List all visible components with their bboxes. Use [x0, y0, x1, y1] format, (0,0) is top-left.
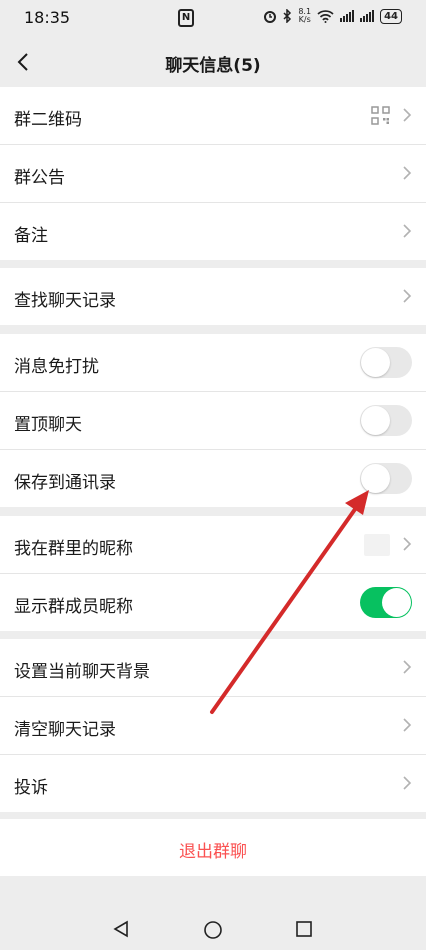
row-label: 群公告 [14, 168, 65, 188]
page-title: 聊天信息(5) [165, 56, 261, 76]
row-my-nickname[interactable]: 我在群里的昵称 [0, 516, 426, 574]
row-label: 备注 [14, 226, 48, 246]
row-label: 投诉 [14, 778, 48, 798]
row-pin-chat: 置顶聊天 [0, 392, 426, 450]
group-info: 群二维码 群公告 备注 [0, 87, 426, 260]
chevron-right-icon [403, 537, 412, 551]
row-clear-history[interactable]: 清空聊天记录 [0, 697, 426, 755]
exit-group-label: 退出群聊 [179, 842, 247, 862]
qrcode-icon [371, 106, 390, 125]
row-group-qrcode[interactable]: 群二维码 [0, 87, 426, 145]
show-nickname-toggle[interactable] [360, 587, 412, 618]
battery-icon: 44 [380, 8, 402, 24]
network-speed: 8.1 K/s [298, 7, 312, 24]
chevron-right-icon [403, 718, 412, 732]
row-search-history[interactable]: 查找聊天记录 [0, 268, 426, 325]
row-show-member-nickname: 显示群成员昵称 [0, 574, 426, 631]
row-label: 群二维码 [14, 110, 82, 130]
group-search: 查找聊天记录 [0, 268, 426, 325]
toggle-knob [361, 464, 390, 493]
toggle-knob [361, 348, 390, 377]
nickname-value-blurred [364, 534, 390, 556]
row-label: 置顶聊天 [14, 415, 82, 435]
system-nav-bar [0, 904, 426, 950]
nav-bar: 聊天信息(5) [0, 38, 426, 86]
exit-group-button[interactable]: 退出群聊 [0, 819, 426, 876]
signal-icon-2 [360, 10, 375, 22]
nav-home-icon[interactable] [203, 920, 223, 940]
bluetooth-icon [283, 9, 292, 23]
row-chat-background[interactable]: 设置当前聊天背景 [0, 639, 426, 697]
nfc-icon: N [178, 9, 194, 27]
group-nickname: 我在群里的昵称 显示群成员昵称 [0, 516, 426, 631]
row-label: 保存到通讯录 [14, 473, 116, 493]
chevron-right-icon [403, 776, 412, 790]
group-misc: 设置当前聊天背景 清空聊天记录 投诉 [0, 639, 426, 812]
toggle-knob [361, 406, 390, 435]
row-complain[interactable]: 投诉 [0, 755, 426, 812]
chevron-right-icon [403, 289, 412, 303]
row-label: 我在群里的昵称 [14, 539, 133, 559]
row-label: 清空聊天记录 [14, 720, 116, 740]
save-to-contacts-toggle[interactable] [360, 463, 412, 494]
mute-toggle[interactable] [360, 347, 412, 378]
status-time: 18:35 [24, 8, 71, 27]
group-toggles: 消息免打扰 置顶聊天 保存到通讯录 [0, 334, 426, 507]
row-group-notice[interactable]: 群公告 [0, 145, 426, 203]
status-icons: 8.1 K/s 44 [263, 8, 402, 24]
chevron-right-icon [403, 108, 412, 122]
chevron-right-icon [403, 224, 412, 238]
pin-toggle[interactable] [360, 405, 412, 436]
nav-recents-icon[interactable] [295, 920, 313, 938]
signal-icon [340, 10, 355, 22]
row-remark[interactable]: 备注 [0, 203, 426, 260]
row-label: 设置当前聊天背景 [14, 662, 150, 682]
row-label: 显示群成员昵称 [14, 597, 133, 617]
chevron-right-icon [403, 660, 412, 674]
chevron-right-icon [403, 166, 412, 180]
row-label: 查找聊天记录 [14, 291, 116, 311]
nav-back-icon[interactable] [112, 920, 130, 938]
row-label: 消息免打扰 [14, 357, 99, 377]
toggle-knob [382, 588, 411, 617]
status-bar: 18:35 N 8.1 K/s 44 [0, 0, 426, 34]
alarm-icon [264, 11, 277, 23]
row-save-to-contacts: 保存到通讯录 [0, 450, 426, 507]
row-mute: 消息免打扰 [0, 334, 426, 392]
wifi-icon [317, 9, 334, 23]
